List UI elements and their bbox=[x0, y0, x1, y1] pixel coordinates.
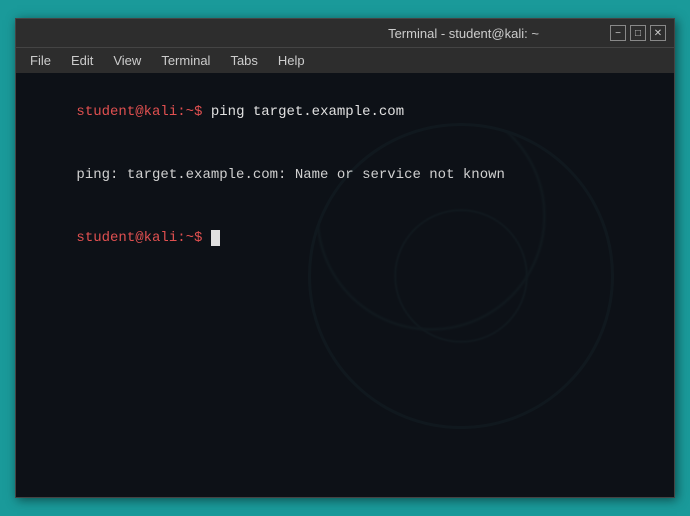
menu-terminal[interactable]: Terminal bbox=[153, 51, 218, 70]
menu-help[interactable]: Help bbox=[270, 51, 313, 70]
prompt-sep-2: :~$ bbox=[177, 230, 202, 246]
prompt-user-1: student@kali bbox=[76, 104, 177, 120]
terminal-cursor bbox=[211, 230, 220, 246]
terminal-body[interactable]: student@kali:~$ ping target.example.com … bbox=[16, 73, 674, 497]
terminal-window: Terminal - student@kali: ~ − □ ✕ File Ed… bbox=[15, 18, 675, 498]
command-1: ping target.example.com bbox=[202, 104, 404, 120]
terminal-line-2: ping: target.example.com: Name or servic… bbox=[26, 144, 664, 207]
prompt-space bbox=[202, 230, 210, 246]
titlebar: Terminal - student@kali: ~ − □ ✕ bbox=[16, 19, 674, 47]
prompt-sep-1: :~$ bbox=[177, 104, 202, 120]
minimize-button[interactable]: − bbox=[610, 25, 626, 41]
prompt-user-2: student@kali bbox=[76, 230, 177, 246]
terminal-line-3: student@kali:~$ bbox=[26, 207, 664, 270]
window-controls: − □ ✕ bbox=[610, 25, 666, 41]
terminal-line-1: student@kali:~$ ping target.example.com bbox=[26, 81, 664, 144]
close-button[interactable]: ✕ bbox=[650, 25, 666, 41]
menu-edit[interactable]: Edit bbox=[63, 51, 101, 70]
menubar: File Edit View Terminal Tabs Help bbox=[16, 47, 674, 73]
output-text: ping: target.example.com: Name or servic… bbox=[76, 167, 504, 183]
window-title: Terminal - student@kali: ~ bbox=[317, 26, 610, 41]
menu-view[interactable]: View bbox=[105, 51, 149, 70]
maximize-button[interactable]: □ bbox=[630, 25, 646, 41]
menu-tabs[interactable]: Tabs bbox=[222, 51, 265, 70]
menu-file[interactable]: File bbox=[22, 51, 59, 70]
